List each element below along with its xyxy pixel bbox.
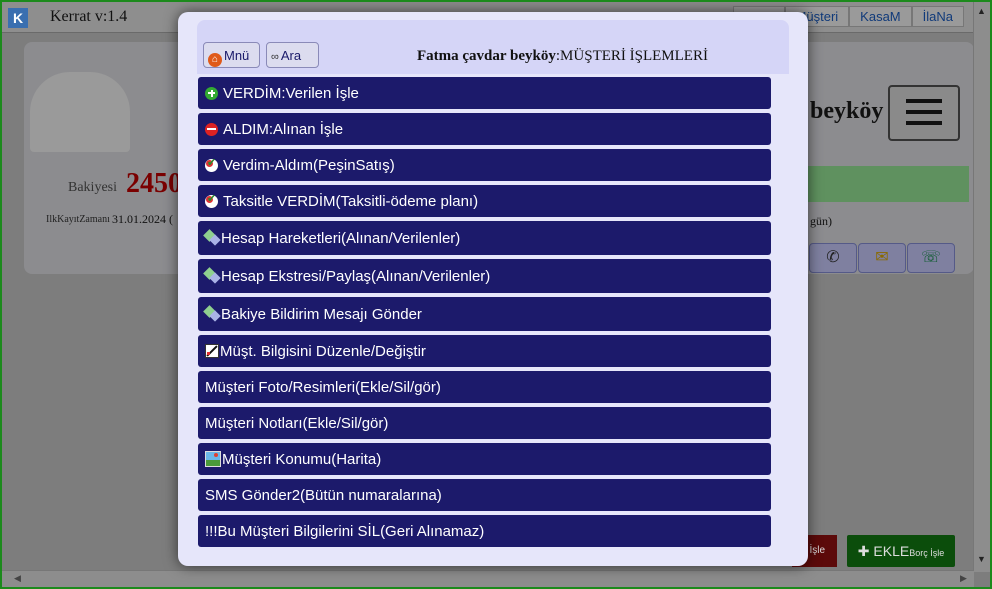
modal-title: Fatma çavdar beyköy:MÜŞTERİ İŞLEMLERİ — [417, 48, 708, 65]
app-logo: K — [8, 8, 28, 28]
hamburger-line — [906, 121, 942, 125]
transfer-icon — [205, 269, 220, 283]
menu-item-verdim[interactable]: VERDİM:Verilen İşle — [198, 77, 771, 109]
customer-avatar — [30, 72, 130, 152]
menu-item-sms[interactable]: SMS Gönder2(Bütün numaralarına) — [198, 479, 771, 511]
nav-item-ilana[interactable]: İlaNa — [911, 6, 964, 27]
vertical-scrollbar[interactable]: ▲ ▼ — [973, 2, 990, 572]
first-record-value: 31.01.2024 ( — [112, 212, 173, 226]
hamburger-line — [906, 110, 942, 114]
menu-item-hesap-hareketleri[interactable]: Hesap Hareketleri(Alınan/Verilenler) — [198, 221, 771, 255]
add-debt-button[interactable]: ✚ EKLEBorç İşle — [847, 535, 955, 567]
email-button[interactable]: ✉ — [858, 243, 906, 273]
menu-item-label: Bakiye Bildirim Mesajı Gönder — [221, 305, 422, 323]
check-icon — [205, 192, 218, 208]
hamburger-menu-button[interactable] — [888, 85, 960, 141]
map-icon — [205, 451, 221, 467]
hamburger-line — [906, 99, 942, 103]
whatsapp-button[interactable]: ☏ — [907, 243, 955, 273]
scroll-down-icon[interactable]: ▼ — [977, 554, 986, 564]
search-button-label: Ara — [280, 48, 302, 63]
menu-item-label: Hesap Ekstresi/Paylaş(Alınan/Verilenler) — [221, 267, 491, 285]
menu-item-label: Müşteri Konumu(Harita) — [222, 450, 382, 468]
menu-item-taksitle-verdim[interactable]: Taksitle VERDİM(Taksitli-ödeme planı) — [198, 185, 771, 217]
menu-item-label: Taksitle VERDİM(Taksitli-ödeme planı) — [223, 192, 479, 210]
menu-item-foto[interactable]: Müşteri Foto/Resimleri(Ekle/Sil/gör) — [198, 371, 771, 403]
scroll-right-icon[interactable]: ▶ — [960, 573, 967, 584]
menu-button[interactable]: ⌂ Mnü — [203, 42, 260, 68]
menu-button-label: Mnü — [224, 48, 250, 63]
menu-item-label: Müşteri Foto/Resimleri(Ekle/Sil/gör) — [205, 378, 441, 396]
modal-title-suffix: :MÜŞTERİ İŞLEMLERİ — [555, 48, 708, 64]
menu-item-label: ALDIM:Alınan İşle — [223, 120, 344, 138]
menu-item-label: Müşteri Notları(Ekle/Sil/gör) — [205, 414, 389, 432]
menu-item-bakiye-bildirim[interactable]: Bakiye Bildirim Mesajı Gönder — [198, 297, 771, 331]
menu-item-label: Hesap Hareketleri(Alınan/Verilenler) — [221, 229, 461, 247]
home-icon: ⌂ — [208, 53, 222, 67]
nav-item-kasam[interactable]: KasaM — [849, 6, 912, 27]
menu-item-konum[interactable]: Müşteri Konumu(Harita) — [198, 443, 771, 475]
menu-item-label: Müşt. Bilgisini Düzenle/Değiştir — [220, 342, 426, 360]
check-icon — [205, 156, 218, 172]
balance-value: 2450 — [126, 168, 182, 199]
menu-item-bilgi-duzenle[interactable]: Müşt. Bilgisini Düzenle/Değiştir — [198, 335, 771, 367]
balance-label: Bakiyesi — [68, 180, 117, 195]
transfer-icon — [205, 231, 220, 245]
status-strip — [807, 166, 969, 202]
edit-icon — [205, 344, 219, 358]
menu-item-hesap-ekstresi[interactable]: Hesap Ekstresi/Paylaş(Alınan/Verilenler) — [198, 259, 771, 293]
menu-item-sil[interactable]: !!!Bu Müşteri Bilgilerini SİL(Geri Alına… — [198, 515, 771, 547]
whatsapp-icon: ☏ — [920, 249, 941, 266]
scroll-up-icon[interactable]: ▲ — [977, 6, 986, 16]
plus-icon: ✚ — [857, 543, 874, 559]
customer-actions-modal: ⌂ Mnü ∞ Ara Fatma çavdar beyköy:MÜŞTERİ İŞ… — [178, 12, 808, 566]
search-button[interactable]: ∞ Ara — [266, 42, 319, 68]
minus-icon — [205, 122, 218, 136]
horizontal-scrollbar[interactable]: ◀ ▶ — [2, 570, 974, 587]
mail-icon: ✉ — [875, 249, 889, 266]
add-button-sublabel: Borç İşle — [909, 548, 945, 558]
call-button[interactable]: ✆ — [809, 243, 857, 273]
menu-item-label: Verdim-Aldım(PeşinSatış) — [223, 156, 395, 174]
add-button-label: EKLE — [873, 543, 910, 559]
transfer-icon — [205, 307, 220, 321]
plus-icon — [205, 86, 218, 100]
menu-item-label: SMS Gönder2(Bütün numaralarına) — [205, 486, 442, 504]
app-title: Kerrat v:1.4 — [50, 8, 128, 25]
days-label: gün) — [810, 214, 832, 228]
menu-item-pesin-satis[interactable]: Verdim-Aldım(PeşinSatış) — [198, 149, 771, 181]
menu-item-aldim[interactable]: ALDIM:Alınan İşle — [198, 113, 771, 145]
phone-icon: ✆ — [826, 249, 840, 266]
customer-name-heading: beyköy — [810, 98, 884, 124]
binoculars-icon: ∞ — [271, 51, 279, 63]
menu-item-notlar[interactable]: Müşteri Notları(Ekle/Sil/gör) — [198, 407, 771, 439]
app-frame: K Kerrat v:1.4 Müşteri KasaM İlaNa Bakiy… — [0, 0, 992, 589]
first-record-label: IlkKayıtZamanı — [46, 214, 110, 225]
menu-item-label: !!!Bu Müşteri Bilgilerini SİL(Geri Alına… — [205, 522, 485, 540]
menu-item-label: VERDİM:Verilen İşle — [223, 84, 359, 102]
scroll-left-icon[interactable]: ◀ — [14, 573, 21, 584]
customer-name: Fatma çavdar beyköy — [417, 48, 556, 64]
